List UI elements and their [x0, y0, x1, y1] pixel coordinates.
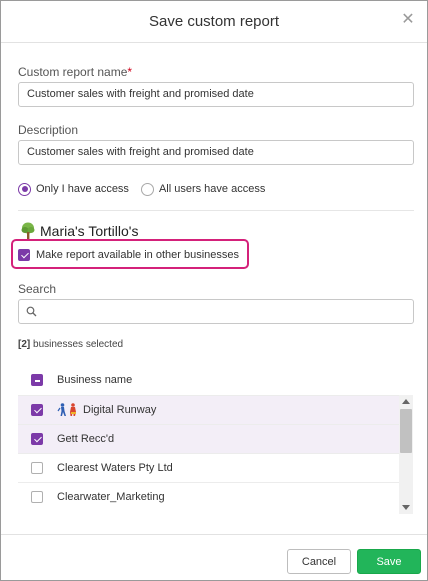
divider	[18, 210, 414, 211]
dialog-title: Save custom report	[148, 13, 280, 30]
runner-blue-icon	[57, 403, 66, 416]
save-button[interactable]: Save	[357, 549, 421, 574]
radio-only-me-label: Only I have access	[36, 183, 129, 195]
radio-all-users[interactable]	[140, 182, 154, 196]
selected-count: [2] businesses selected	[18, 339, 123, 350]
row-checkbox[interactable]	[31, 462, 43, 474]
tree-icon	[21, 222, 35, 239]
report-name-label: Custom report name*	[18, 65, 132, 79]
access-radio-group: Only I have access All users have access	[18, 181, 265, 197]
close-icon[interactable]: ✕	[399, 11, 417, 29]
report-name-input[interactable]: Customer sales with freight and promised…	[18, 82, 414, 107]
dialog-header: Save custom report ✕	[1, 1, 427, 43]
search-input[interactable]	[18, 299, 414, 324]
selected-count-number: [2]	[18, 339, 31, 350]
list-scrollbar[interactable]	[399, 395, 413, 514]
runner-icons	[57, 403, 78, 417]
list-item[interactable]: Clearwater_Marketing	[18, 482, 399, 511]
list-item[interactable]: Digital Runway	[18, 395, 399, 424]
select-all-checkbox[interactable]	[31, 374, 43, 386]
list-header: Business name	[18, 365, 398, 395]
business-name: Maria's Tortillo's	[40, 223, 139, 239]
cancel-button[interactable]: Cancel	[287, 549, 351, 574]
radio-only-me[interactable]	[18, 182, 31, 196]
business-list: Business name Digital Runway Gett Recc'd…	[18, 365, 414, 514]
row-business-name: Digital Runway	[83, 404, 157, 416]
runner-red-icon	[70, 403, 76, 416]
description-label: Description	[18, 123, 79, 137]
row-business-name: Clearwater_Marketing	[57, 491, 165, 503]
scrollbar-thumb[interactable]	[400, 409, 412, 453]
row-business-name: Gett Recc'd	[57, 433, 115, 445]
report-name-label-text: Custom report name	[18, 65, 128, 79]
dialog-footer: Cancel Save	[1, 534, 427, 580]
business-heading: Maria's Tortillo's	[20, 222, 138, 240]
row-checkbox[interactable]	[31, 491, 43, 503]
make-available-row[interactable]: Make report available in other businesse…	[18, 249, 239, 261]
row-checkbox[interactable]	[31, 404, 43, 416]
scroll-down-arrow-icon[interactable]	[402, 505, 410, 510]
search-icon	[26, 306, 37, 317]
row-checkbox[interactable]	[31, 433, 43, 445]
save-custom-report-dialog: Save custom report ✕ Custom report name*…	[0, 0, 428, 581]
list-item[interactable]: Clearest Waters Pty Ltd	[18, 453, 399, 482]
scroll-up-arrow-icon[interactable]	[402, 399, 410, 404]
radio-all-users-label: All users have access	[158, 183, 266, 195]
description-input[interactable]: Customer sales with freight and promised…	[18, 140, 414, 165]
column-header-business-name: Business name	[57, 374, 133, 386]
selected-count-suffix: businesses selected	[30, 339, 124, 350]
search-label: Search	[18, 282, 57, 296]
list-item[interactable]: Gett Recc'd	[18, 424, 399, 453]
make-available-label: Make report available in other businesse…	[36, 249, 240, 261]
required-marker: *	[127, 65, 133, 79]
make-available-checkbox[interactable]	[18, 249, 30, 261]
row-business-name: Clearest Waters Pty Ltd	[57, 462, 173, 474]
